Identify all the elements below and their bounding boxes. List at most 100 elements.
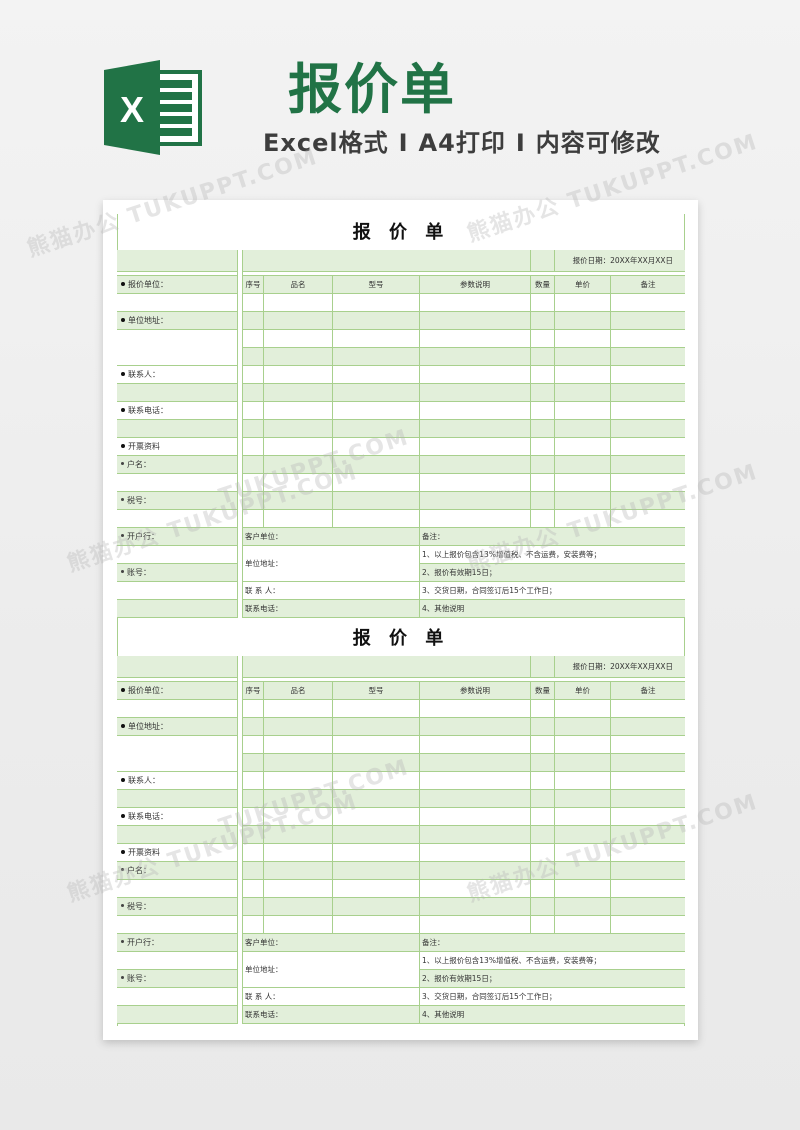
cell-seq[interactable] — [243, 456, 264, 473]
cell-product-name[interactable] — [264, 862, 333, 879]
quote-date[interactable]: 报价日期：20XX年XX月XX日 — [555, 250, 685, 271]
input-quote-unit[interactable] — [117, 700, 237, 718]
cell-model[interactable] — [333, 330, 420, 347]
cell-quantity[interactable] — [531, 808, 555, 825]
cell-quantity[interactable] — [531, 826, 555, 843]
input-phone[interactable] — [117, 826, 237, 844]
cell-unit-price[interactable] — [555, 420, 611, 437]
cell-remarks[interactable] — [611, 420, 685, 437]
cell-remarks[interactable] — [611, 402, 685, 419]
cell-parameters[interactable] — [420, 348, 531, 365]
cell-model[interactable] — [333, 366, 420, 383]
cell-model[interactable] — [333, 492, 420, 509]
cell-product-name[interactable] — [264, 366, 333, 383]
cell-remarks[interactable] — [611, 736, 685, 753]
input-quote-unit[interactable] — [117, 294, 237, 312]
customer-unit-label[interactable]: 客户单位： — [243, 934, 420, 951]
cell-parameters[interactable] — [420, 790, 531, 807]
cell-seq[interactable] — [243, 826, 264, 843]
cell-quantity[interactable] — [531, 736, 555, 753]
cell-model[interactable] — [333, 294, 420, 311]
cell-remarks[interactable] — [611, 808, 685, 825]
cell-unit-price[interactable] — [555, 492, 611, 509]
cell-parameters[interactable] — [420, 510, 531, 527]
cell-product-name[interactable] — [264, 312, 333, 329]
cell-product-name[interactable] — [264, 384, 333, 401]
cell-model[interactable] — [333, 420, 420, 437]
cell-model[interactable] — [333, 700, 420, 717]
cell-product-name[interactable] — [264, 718, 333, 735]
cell-model[interactable] — [333, 456, 420, 473]
cell-seq[interactable] — [243, 510, 264, 527]
cell-remarks[interactable] — [611, 844, 685, 861]
cell-remarks[interactable] — [611, 312, 685, 329]
cell-quantity[interactable] — [531, 348, 555, 365]
cell-quantity[interactable] — [531, 492, 555, 509]
cell-seq[interactable] — [243, 844, 264, 861]
cell-unit-price[interactable] — [555, 718, 611, 735]
cell-quantity[interactable] — [531, 880, 555, 897]
cell-parameters[interactable] — [420, 474, 531, 491]
cell-unit-price[interactable] — [555, 348, 611, 365]
cell-product-name[interactable] — [264, 880, 333, 897]
input-extra[interactable] — [117, 1006, 237, 1024]
cell-parameters[interactable] — [420, 880, 531, 897]
cell-seq[interactable] — [243, 700, 264, 717]
cell-seq[interactable] — [243, 880, 264, 897]
cell-product-name[interactable] — [264, 402, 333, 419]
cell-quantity[interactable] — [531, 844, 555, 861]
input-account-no[interactable] — [117, 988, 237, 1006]
cell-remarks[interactable] — [611, 456, 685, 473]
input-extra[interactable] — [117, 600, 237, 618]
cell-product-name[interactable] — [264, 456, 333, 473]
cell-quantity[interactable] — [531, 474, 555, 491]
cell-model[interactable] — [333, 348, 420, 365]
cell-remarks[interactable] — [611, 718, 685, 735]
cell-quantity[interactable] — [531, 294, 555, 311]
cell-parameters[interactable] — [420, 700, 531, 717]
cell-seq[interactable] — [243, 348, 264, 365]
customer-phone-label[interactable]: 联系电话： — [243, 1006, 420, 1023]
input-bank[interactable] — [117, 546, 237, 564]
cell-quantity[interactable] — [531, 384, 555, 401]
input-tax-no[interactable] — [117, 916, 237, 934]
input-unit-address[interactable] — [117, 736, 237, 772]
cell-parameters[interactable] — [420, 456, 531, 473]
cell-unit-price[interactable] — [555, 826, 611, 843]
cell-seq[interactable] — [243, 294, 264, 311]
cell-seq[interactable] — [243, 736, 264, 753]
cell-remarks[interactable] — [611, 826, 685, 843]
cell-parameters[interactable] — [420, 366, 531, 383]
cell-parameters[interactable] — [420, 862, 531, 879]
cell-product-name[interactable] — [264, 420, 333, 437]
cell-remarks[interactable] — [611, 294, 685, 311]
cell-seq[interactable] — [243, 366, 264, 383]
input-account-name[interactable] — [117, 474, 237, 492]
cell-seq[interactable] — [243, 438, 264, 455]
cell-model[interactable] — [333, 790, 420, 807]
cell-parameters[interactable] — [420, 772, 531, 789]
cell-model[interactable] — [333, 312, 420, 329]
cell-unit-price[interactable] — [555, 808, 611, 825]
cell-remarks[interactable] — [611, 348, 685, 365]
cell-quantity[interactable] — [531, 916, 555, 933]
cell-seq[interactable] — [243, 898, 264, 915]
cell-parameters[interactable] — [420, 844, 531, 861]
cell-remarks[interactable] — [611, 916, 685, 933]
cell-seq[interactable] — [243, 808, 264, 825]
customer-contact-label[interactable]: 联 系 人： — [243, 988, 420, 1005]
cell-unit-price[interactable] — [555, 330, 611, 347]
cell-parameters[interactable] — [420, 384, 531, 401]
customer-phone-label[interactable]: 联系电话： — [243, 600, 420, 617]
cell-unit-price[interactable] — [555, 862, 611, 879]
cell-seq[interactable] — [243, 330, 264, 347]
cell-parameters[interactable] — [420, 754, 531, 771]
cell-parameters[interactable] — [420, 826, 531, 843]
cell-quantity[interactable] — [531, 366, 555, 383]
cell-unit-price[interactable] — [555, 790, 611, 807]
cell-seq[interactable] — [243, 790, 264, 807]
cell-seq[interactable] — [243, 474, 264, 491]
cell-quantity[interactable] — [531, 330, 555, 347]
cell-model[interactable] — [333, 772, 420, 789]
cell-quantity[interactable] — [531, 402, 555, 419]
